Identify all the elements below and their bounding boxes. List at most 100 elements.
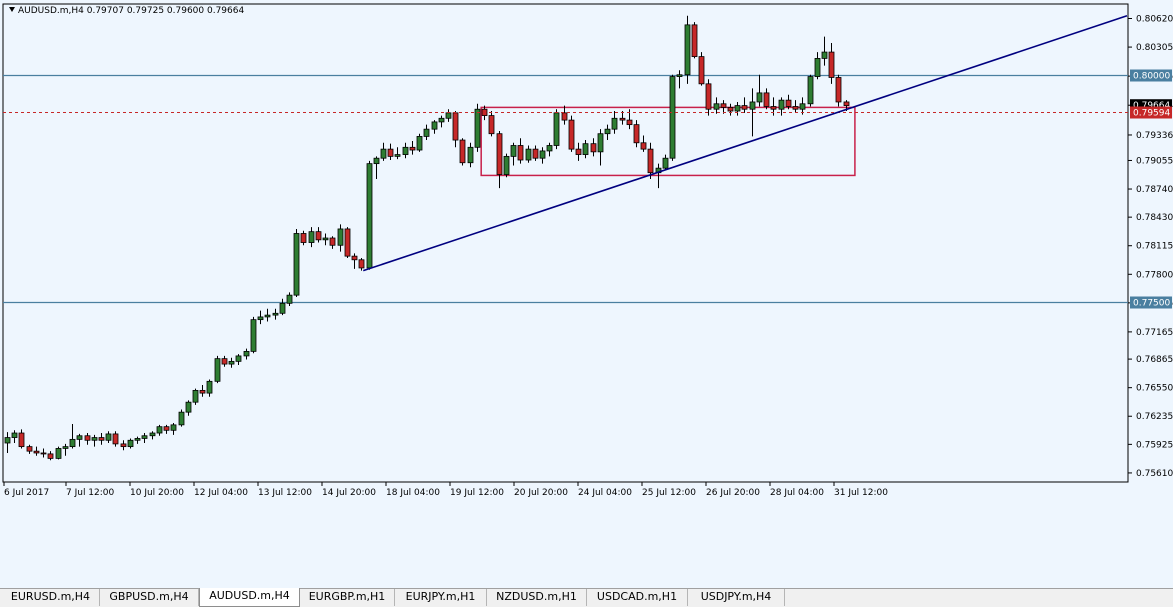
bullish-candle xyxy=(525,148,532,161)
bullish-candle xyxy=(380,148,387,159)
bullish-candle xyxy=(416,136,423,151)
bearish-candle xyxy=(47,453,54,459)
bearish-candle xyxy=(358,259,365,269)
mt4-chart-window: 0.806200.803050.799850.796640.793360.790… xyxy=(0,0,1173,607)
bearish-candle xyxy=(633,124,640,144)
bullish-candle xyxy=(423,128,430,137)
bearish-candle xyxy=(98,437,105,441)
tab-eurjpy-h1[interactable]: EURJPY.m,H1 xyxy=(395,589,487,606)
bullish-candle xyxy=(69,438,76,448)
bearish-candle xyxy=(770,106,777,110)
x-axis-tick-label: 18 Jul 04:00 xyxy=(386,488,440,498)
bullish-candle xyxy=(286,294,293,304)
bearish-candle xyxy=(828,51,835,78)
bullish-candle xyxy=(178,411,185,426)
bullish-candle xyxy=(749,101,756,110)
bearish-candle xyxy=(163,426,170,431)
bullish-candle xyxy=(474,108,481,148)
tab-usdcad-h1[interactable]: USDCAD.m,H1 xyxy=(587,589,688,606)
x-axis-tick-label: 25 Jul 12:00 xyxy=(642,488,696,498)
tab-eurgbp-h1[interactable]: EURGBP.m,H1 xyxy=(300,589,395,606)
symbol-info-label: AUDUSD.m,H4 0.79707 0.79725 0.79600 0.79… xyxy=(9,6,244,16)
bullish-candle xyxy=(553,112,560,146)
y-axis-tick-label: 0.80620 xyxy=(1136,15,1173,25)
bullish-candle xyxy=(55,448,62,459)
bid-price-label: 0.79594 xyxy=(1133,109,1170,119)
bearish-candle xyxy=(647,148,654,174)
tab-eurusd-h4[interactable]: EURUSD.m,H4 xyxy=(2,589,100,606)
x-axis-tick-label: 6 Jul 2017 xyxy=(4,488,49,498)
bullish-candle xyxy=(206,380,213,394)
bullish-candle xyxy=(279,302,286,314)
chart-tabs-bar: EURUSD.m,H4 GBPUSD.m,H4 AUDUSD.m,H4 EURG… xyxy=(0,588,1173,607)
bullish-candle xyxy=(734,105,741,112)
x-axis-tick-label: 24 Jul 04:00 xyxy=(578,488,632,498)
tab-nzdusd-h1[interactable]: NZDUSD.m,H1 xyxy=(487,589,587,606)
bullish-candle xyxy=(250,319,257,352)
bullish-candle xyxy=(192,389,199,403)
bullish-candle xyxy=(141,435,148,439)
bearish-candle xyxy=(452,112,459,141)
bullish-candle xyxy=(676,74,683,77)
bullish-candle xyxy=(669,76,676,159)
bullish-candle xyxy=(243,350,250,357)
tab-audusd-h4[interactable]: AUDUSD.m,H4 xyxy=(199,588,300,607)
bullish-candle xyxy=(337,228,344,246)
bullish-candle xyxy=(134,438,141,441)
x-axis-tick-label: 13 Jul 12:00 xyxy=(258,488,312,498)
bearish-candle xyxy=(843,101,850,106)
bullish-candle xyxy=(373,157,380,165)
bearish-candle xyxy=(763,92,770,107)
price-chart[interactable]: 0.806200.803050.799850.796640.793360.790… xyxy=(0,0,1173,588)
bullish-candle xyxy=(807,76,814,105)
bearish-candle xyxy=(33,450,40,454)
bullish-candle xyxy=(539,150,546,159)
bullish-candle xyxy=(445,112,452,119)
bullish-candle xyxy=(394,154,401,157)
bullish-candle xyxy=(228,360,235,365)
bullish-candle xyxy=(503,155,510,175)
y-axis-tick-label: 0.77165 xyxy=(1136,328,1173,338)
bullish-candle xyxy=(713,103,720,110)
bullish-candle xyxy=(272,312,279,316)
x-axis-tick-label: 26 Jul 20:00 xyxy=(706,488,760,498)
bullish-candle xyxy=(510,145,517,157)
bullish-candle xyxy=(293,233,300,296)
bearish-candle xyxy=(698,56,705,85)
bullish-candle xyxy=(105,433,112,441)
bearish-candle xyxy=(84,435,91,441)
y-axis-tick-label: 0.77800 xyxy=(1136,270,1173,280)
bullish-candle xyxy=(4,437,11,444)
bearish-candle xyxy=(496,133,503,175)
bearish-candle xyxy=(532,148,539,159)
bearish-candle xyxy=(619,117,626,121)
bearish-candle xyxy=(626,119,633,126)
tab-usdjpy-h4[interactable]: USDJPY.m,H4 xyxy=(688,589,785,606)
bullish-candle xyxy=(127,439,134,448)
bullish-candle xyxy=(185,401,192,413)
tab-gbpusd-h4[interactable]: GBPUSD.m,H4 xyxy=(100,589,199,606)
bearish-candle xyxy=(575,148,582,155)
bearish-candle xyxy=(835,77,842,103)
bearish-candle xyxy=(705,83,712,110)
bearish-candle xyxy=(329,237,336,246)
bullish-candle xyxy=(366,163,373,269)
bullish-candle xyxy=(235,355,242,362)
chart-area[interactable]: 0.806200.803050.799850.796640.793360.790… xyxy=(0,0,1173,588)
bearish-candle xyxy=(300,233,307,243)
bearish-candle xyxy=(568,119,575,150)
bullish-candle xyxy=(814,58,821,77)
x-axis-tick-label: 14 Jul 20:00 xyxy=(322,488,376,498)
y-axis-tick-label: 0.78740 xyxy=(1136,185,1173,195)
bearish-candle xyxy=(112,433,119,445)
bearish-candle xyxy=(785,99,792,107)
caret-down-icon xyxy=(9,7,15,12)
bearish-candle xyxy=(459,139,466,164)
bearish-candle xyxy=(720,103,727,108)
bullish-candle xyxy=(431,121,438,130)
symbol-info-text: AUDUSD.m,H4 0.79707 0.79725 0.79600 0.79… xyxy=(18,6,245,16)
x-axis-tick-label: 10 Jul 20:00 xyxy=(130,488,184,498)
x-axis-tick-label: 7 Jul 12:00 xyxy=(66,488,115,498)
bullish-candle xyxy=(799,103,806,110)
bullish-candle xyxy=(308,231,315,243)
